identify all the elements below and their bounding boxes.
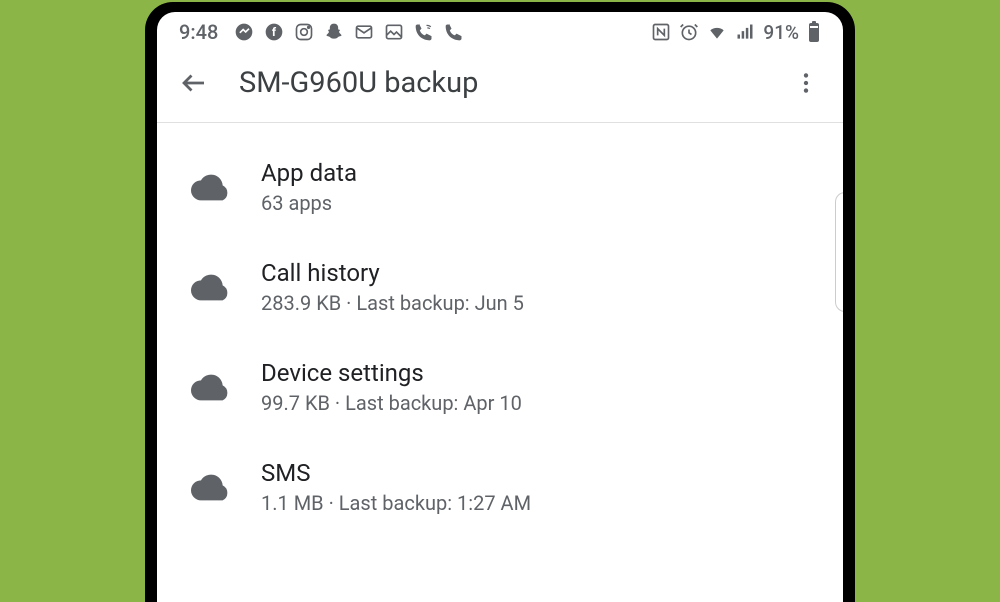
- messenger-icon: [234, 22, 254, 42]
- nfc-icon: [651, 22, 671, 42]
- list-item-text: Call history 283.9 KB · Last backup: Jun…: [261, 259, 524, 315]
- cloud-icon: [191, 373, 231, 401]
- list-item-subtitle: 99.7 KB · Last backup: Apr 10: [261, 391, 522, 415]
- status-bar: 9:48 f: [157, 12, 843, 50]
- list-item-subtitle: 1.1 MB · Last backup: 1:27 AM: [261, 491, 531, 515]
- wifi-icon: [707, 22, 727, 42]
- screen: 9:48 f: [157, 12, 843, 602]
- list-item-title: Call history: [261, 259, 524, 287]
- list-item-call-history[interactable]: Call history 283.9 KB · Last backup: Jun…: [157, 237, 843, 337]
- phone-frame: 9:48 f: [145, 2, 855, 602]
- list-item-text: Device settings 99.7 KB · Last backup: A…: [261, 359, 522, 415]
- mail-icon: [354, 22, 374, 42]
- cloud-icon: [191, 473, 231, 501]
- alarm-icon: [679, 22, 699, 42]
- list-item-title: Device settings: [261, 359, 522, 387]
- status-left: 9:48 f: [179, 20, 464, 44]
- signal-icon: [735, 22, 755, 42]
- list-item-device-settings[interactable]: Device settings 99.7 KB · Last backup: A…: [157, 337, 843, 437]
- list-item-app-data[interactable]: App data 63 apps: [157, 137, 843, 237]
- snapchat-icon: [324, 22, 344, 42]
- list-item-subtitle: 283.9 KB · Last backup: Jun 5: [261, 291, 524, 315]
- cloud-icon: [191, 173, 231, 201]
- backup-list: App data 63 apps Call history 283.9 KB ·…: [157, 123, 843, 537]
- app-bar: SM-G960U backup: [157, 50, 843, 123]
- list-item-text: SMS 1.1 MB · Last backup: 1:27 AM: [261, 459, 531, 515]
- more-vert-icon: [793, 70, 819, 96]
- battery-icon: [807, 21, 821, 43]
- back-button[interactable]: [175, 64, 213, 102]
- list-item-text: App data 63 apps: [261, 159, 357, 215]
- arrow-left-icon: [179, 68, 209, 98]
- cloud-icon: [191, 273, 231, 301]
- list-item-subtitle: 63 apps: [261, 191, 357, 215]
- edge-panel-handle[interactable]: [835, 192, 843, 312]
- status-right: 91%: [651, 21, 821, 44]
- list-item-title: SMS: [261, 459, 531, 487]
- list-item-title: App data: [261, 159, 357, 187]
- status-time: 9:48: [179, 20, 218, 44]
- overflow-menu-button[interactable]: [787, 64, 825, 102]
- photo-icon: [384, 22, 404, 42]
- instagram-icon: [294, 22, 314, 42]
- page-title: SM-G960U backup: [239, 66, 761, 100]
- phone-icon: [444, 22, 464, 42]
- facebook-icon: f: [264, 22, 284, 42]
- call-wifi-icon: [414, 22, 434, 42]
- battery-percent: 91%: [763, 21, 799, 44]
- list-item-sms[interactable]: SMS 1.1 MB · Last backup: 1:27 AM: [157, 437, 843, 537]
